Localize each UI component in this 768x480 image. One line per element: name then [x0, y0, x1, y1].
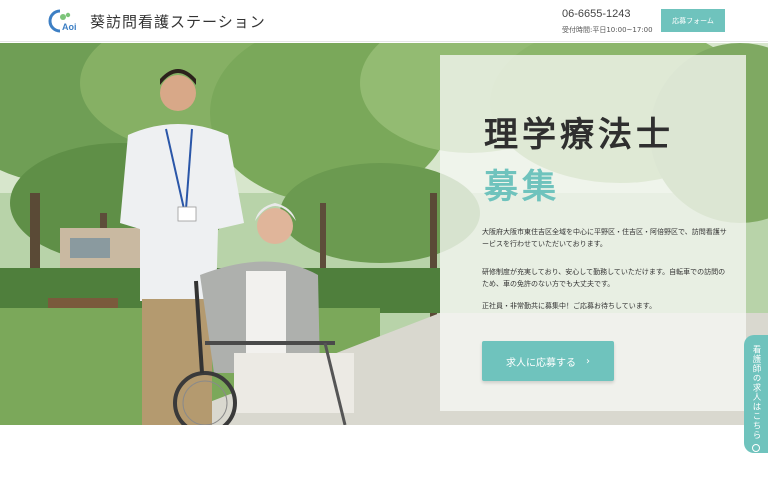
logo-text: Aoi	[62, 22, 77, 32]
business-hours: 受付時間:平日10:00~17:00	[562, 26, 653, 34]
intro-paragraph: 大阪府大阪市東住吉区全域を中心に平野区・住吉区・阿倍野区で、訪問看護サービスを行…	[482, 228, 727, 248]
headline: 理学療法士	[484, 115, 674, 155]
apply-job-button[interactable]: 求人に応募する ›	[482, 341, 614, 381]
nurse-jobs-label: 看護師の求人はこちら	[751, 345, 761, 440]
recruit-panel: 理学療法士 募集 大阪府大阪市東住吉区全域を中心に平野区・住吉区・阿倍野区で、訪…	[440, 55, 746, 411]
phone-number: 06-6655-1243	[562, 8, 631, 20]
chevron-right-icon: ›	[586, 355, 590, 367]
site-title[interactable]: 葵訪問看護ステーション	[90, 11, 266, 32]
hero-section: 理学療法士 募集 大阪府大阪市東住吉区全域を中心に平野区・住吉区・阿倍野区で、訪…	[0, 43, 768, 425]
apply-form-button[interactable]: 応募フォーム	[661, 9, 725, 32]
subheadline: 募集	[484, 167, 560, 207]
training-paragraph: 研修制度が充実しており、安心して勤務していただけます。自転車での訪問のため、車の…	[482, 268, 726, 288]
logo-mark: Aoi	[48, 9, 77, 33]
nurse-jobs-tab[interactable]: 看護師の求人はこちら	[744, 335, 768, 453]
logo[interactable]: Aoi	[46, 8, 86, 34]
apply-job-label: 求人に応募する	[506, 357, 576, 369]
arrow-circle-icon	[752, 444, 760, 452]
site-header: Aoi 葵訪問看護ステーション 06-6655-1243 受付時間:平日10:0…	[0, 0, 768, 42]
recruiting-paragraph: 正社員・非常勤共に募集中！ご応募お待ちしています。	[482, 302, 657, 310]
